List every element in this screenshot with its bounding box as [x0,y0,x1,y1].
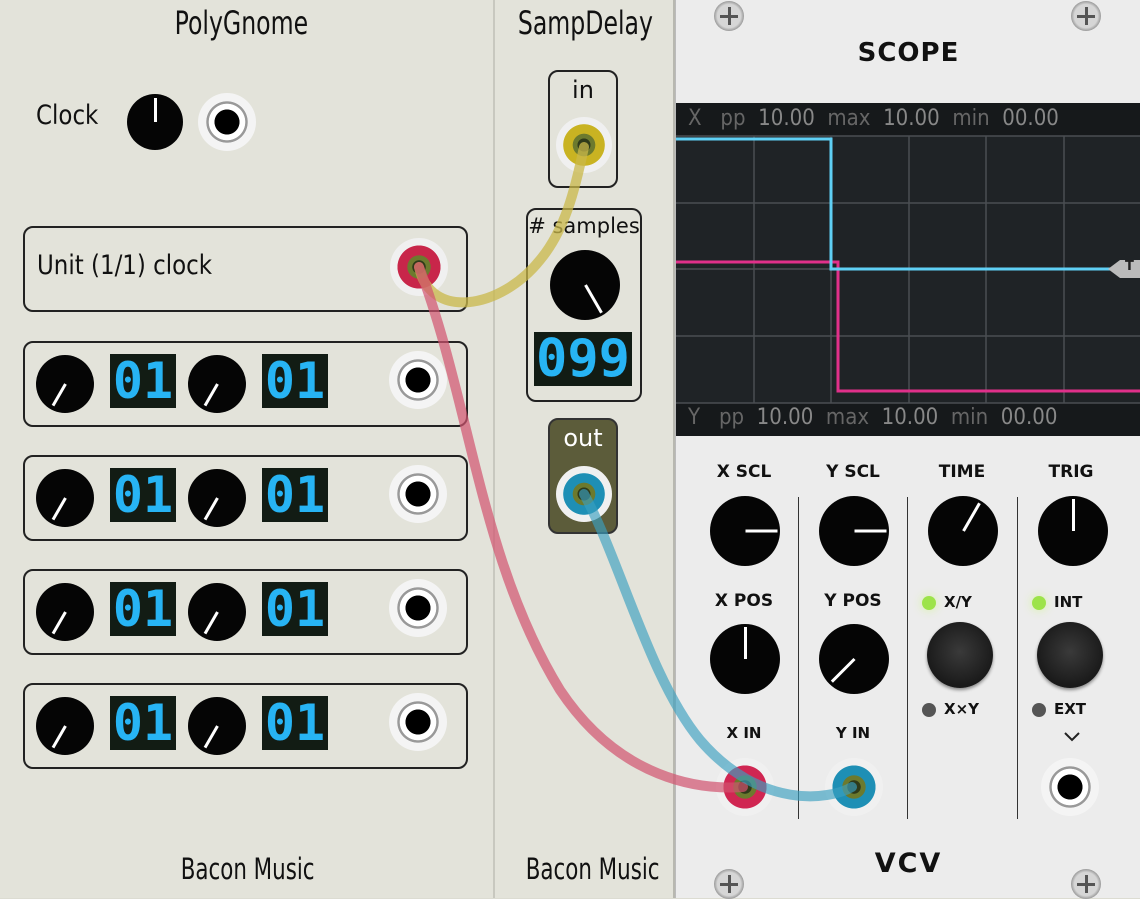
y-scl-knob[interactable] [819,496,889,566]
screw-icon [1071,869,1101,899]
trig-label: TRIG [1048,462,1094,482]
row1-denominator-display: 01 [262,354,328,408]
scope-grid [676,135,1140,404]
x-readout: X pp 10.00 max 10.00 min 00.00 [688,106,1059,131]
x-pos-label: X POS [714,591,774,611]
row1-denominator-knob[interactable] [188,355,246,413]
samples-knob[interactable] [550,250,620,320]
screw-icon [714,1,744,31]
clock-label: Clock [36,100,99,131]
xxy-mode-label: X×Y [944,700,979,718]
row3-numerator-knob[interactable] [36,583,94,641]
row3-denominator-knob[interactable] [188,583,246,641]
row4-denominator-knob[interactable] [188,697,246,755]
row3-denominator-display: 01 [262,582,328,636]
scope-title: SCOPE [857,38,960,68]
scope-module: SCOPE T X pp 10.00 max 10.00 min 00.00 Y… [675,0,1140,899]
polygnome-title: PolyGnome [174,4,309,42]
out-jack[interactable] [556,466,612,522]
y-pos-label: Y POS [824,591,882,611]
x-pos-knob[interactable] [710,624,780,694]
samples-label: # samples [528,214,640,238]
clock-output-jack[interactable] [198,93,256,151]
int-led-icon [1032,596,1046,610]
sampdelay-title: SampDelay [517,4,653,42]
xy-mode-label: X/Y [944,593,972,611]
trigger-marker-label: T [1125,259,1134,274]
polygnome-module: PolyGnome Clock Unit (1/1) clock 01 01 0… [0,0,495,898]
time-knob[interactable] [928,496,998,566]
row4-output-jack[interactable] [389,693,447,751]
row4-numerator-knob[interactable] [36,697,94,755]
row2-denominator-knob[interactable] [188,469,246,527]
trig-knob[interactable] [1038,496,1108,566]
ext-led-icon [1032,703,1046,717]
row2-output-jack[interactable] [389,465,447,523]
sampdelay-brand: Bacon Music [525,852,660,886]
y-in-label: Y IN [835,724,871,742]
row2-numerator-display: 01 [110,468,176,522]
time-label: TIME [938,462,986,482]
row1-numerator-display: 01 [110,354,176,408]
unit-clock-output-jack[interactable] [390,238,448,296]
unit-clock-label: Unit (1/1) clock [37,250,213,281]
out-label: out [563,424,603,452]
y-scl-label: Y SCL [826,462,880,482]
trace-x [676,137,1121,271]
row2-denominator-display: 01 [262,468,328,522]
clock-knob[interactable] [127,94,183,150]
xy-mode-button[interactable] [927,622,993,688]
int-trigger-label: INT [1054,593,1083,611]
samples-display: 099 [534,332,632,386]
row4-denominator-display: 01 [262,696,328,750]
screw-icon [1071,1,1101,31]
row4-numerator-display: 01 [110,696,176,750]
y-pos-knob[interactable] [819,624,889,694]
x-scl-label: X SCL [716,462,772,482]
trigger-marker-icon [1108,260,1140,278]
ext-trigger-label: EXT [1054,700,1087,718]
in-jack[interactable] [556,117,612,173]
polygnome-brand: Bacon Music [180,852,315,886]
screw-icon [714,869,744,899]
x-scl-knob[interactable] [710,496,780,566]
y-in-jack[interactable] [825,758,883,816]
row2-numerator-knob[interactable] [36,469,94,527]
sampdelay-module: SampDelay in # samples 099 out Bacon Mus… [495,0,675,898]
ext-trigger-jack[interactable] [1041,758,1099,816]
in-label: in [572,76,594,104]
row1-output-jack[interactable] [389,351,447,409]
vcv-logo: VCV [874,848,943,879]
x-in-label: X IN [726,724,762,742]
row3-numerator-display: 01 [110,582,176,636]
y-readout: Y pp 10.00 max 10.00 min 00.00 [688,405,1058,430]
chevron-down-icon [1064,732,1080,742]
x-in-jack[interactable] [716,758,774,816]
trace-y [676,260,1140,393]
xxy-led-icon [922,703,936,717]
row3-output-jack[interactable] [389,579,447,637]
scope-display: T X pp 10.00 max 10.00 min 00.00 Y pp 10… [676,103,1140,436]
trigger-source-button[interactable] [1037,622,1103,688]
xy-led-icon [922,596,936,610]
row1-numerator-knob[interactable] [36,355,94,413]
